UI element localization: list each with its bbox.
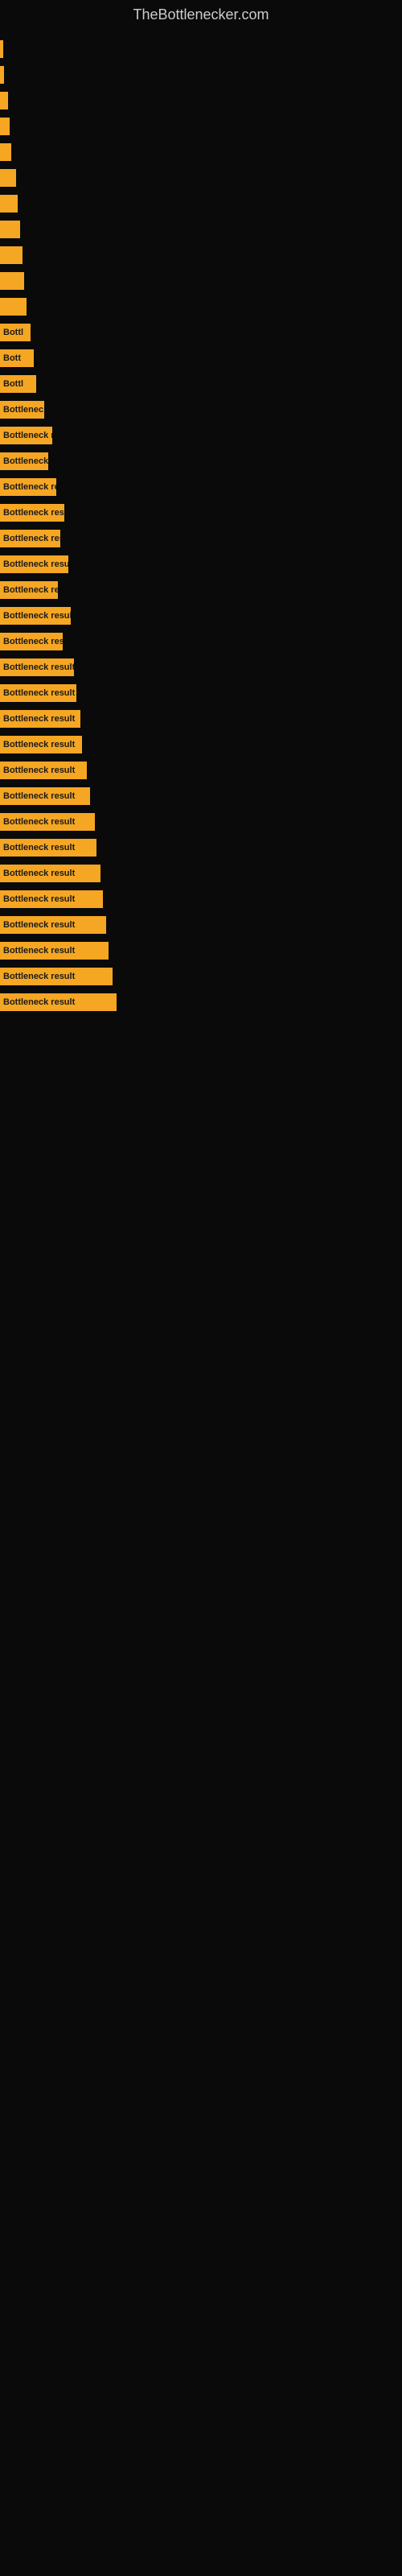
- bars-container: Bottl Bott Bottl Bottlenec Bottleneck res Bot…: [0, 33, 402, 1014]
- bar-row: Bottleneck result: [0, 655, 402, 679]
- bar-item: Bottleneck result: [0, 839, 96, 857]
- bar-row: [0, 192, 402, 216]
- bar-item: Bottleneck resu: [0, 478, 56, 496]
- bar-item: Bottleneck resu: [0, 633, 63, 650]
- bar-row: Bottleneck: [0, 449, 402, 473]
- bar-row: Bottleneck result: [0, 861, 402, 886]
- bar-row: Bott: [0, 346, 402, 370]
- bar-item: Bottleneck resu: [0, 530, 60, 547]
- bar-item: [0, 272, 24, 290]
- bar-item: [0, 66, 4, 84]
- bar-item: [0, 298, 27, 316]
- bar-item: [0, 92, 8, 109]
- bar-item: [0, 195, 18, 213]
- bar-item: Bottl: [0, 375, 36, 393]
- bar-row: Bottleneck resu: [0, 630, 402, 654]
- bar-item: Bottleneck result: [0, 890, 103, 908]
- bar-item: Bottleneck result: [0, 916, 106, 934]
- bar-row: Bottl: [0, 320, 402, 345]
- bar-item: Bottleneck result: [0, 813, 95, 831]
- bar-row: Bottleneck result: [0, 707, 402, 731]
- bar-row: Bottl: [0, 372, 402, 396]
- bar-row: [0, 140, 402, 164]
- bar-item: Bottlenec: [0, 401, 44, 419]
- bar-item: Bottleneck result: [0, 968, 113, 985]
- bar-item: Bottleneck result: [0, 865, 100, 882]
- bar-item: Bottleneck result: [0, 736, 82, 753]
- bar-row: Bottleneck result: [0, 733, 402, 757]
- bar-item: [0, 143, 11, 161]
- bar-item: [0, 40, 3, 58]
- bar-row: [0, 37, 402, 61]
- bar-row: Bottleneck result: [0, 964, 402, 989]
- bar-item: [0, 169, 16, 187]
- bar-row: [0, 63, 402, 87]
- bar-item: Bottleneck result: [0, 504, 64, 522]
- bar-row: [0, 243, 402, 267]
- bar-row: Bottleneck result: [0, 604, 402, 628]
- bar-item: Bottl: [0, 324, 31, 341]
- bar-item: Bott: [0, 349, 34, 367]
- bar-item: Bottleneck: [0, 452, 48, 470]
- bar-item: Bottleneck result: [0, 607, 71, 625]
- bar-item: Bottleneck result: [0, 787, 90, 805]
- bar-row: [0, 295, 402, 319]
- bar-row: Bottleneck result: [0, 913, 402, 937]
- bar-row: Bottleneck result: [0, 810, 402, 834]
- bar-row: Bottleneck result: [0, 784, 402, 808]
- bar-item: [0, 221, 20, 238]
- bar-row: Bottlenec: [0, 398, 402, 422]
- bar-row: [0, 114, 402, 138]
- bar-item: Bottleneck result: [0, 762, 87, 779]
- bar-row: Bottleneck result: [0, 681, 402, 705]
- bar-row: Bottleneck resu: [0, 475, 402, 499]
- bar-row: Bottleneck res: [0, 423, 402, 448]
- bar-item: Bottleneck result: [0, 993, 117, 1011]
- site-title: TheBottlenecker.com: [0, 0, 402, 33]
- bar-item: [0, 118, 10, 135]
- bar-row: Bottleneck result: [0, 887, 402, 911]
- bar-row: Bottleneck result: [0, 501, 402, 525]
- bar-row: Bottleneck re: [0, 578, 402, 602]
- bar-item: Bottleneck res: [0, 427, 52, 444]
- bar-item: Bottleneck result: [0, 555, 68, 573]
- bar-item: [0, 246, 23, 264]
- bar-row: Bottleneck result: [0, 552, 402, 576]
- bar-item: Bottleneck result: [0, 942, 109, 960]
- bar-row: Bottleneck result: [0, 758, 402, 782]
- bar-row: [0, 269, 402, 293]
- bar-item: Bottleneck result: [0, 684, 76, 702]
- bar-item: Bottleneck result: [0, 710, 80, 728]
- bar-row: Bottleneck result: [0, 990, 402, 1014]
- bar-item: Bottleneck result: [0, 658, 74, 676]
- bar-row: Bottleneck result: [0, 939, 402, 963]
- bar-row: Bottleneck result: [0, 836, 402, 860]
- bar-item: Bottleneck re: [0, 581, 58, 599]
- bar-row: [0, 89, 402, 113]
- bar-row: [0, 166, 402, 190]
- bar-row: [0, 217, 402, 242]
- bar-row: Bottleneck resu: [0, 526, 402, 551]
